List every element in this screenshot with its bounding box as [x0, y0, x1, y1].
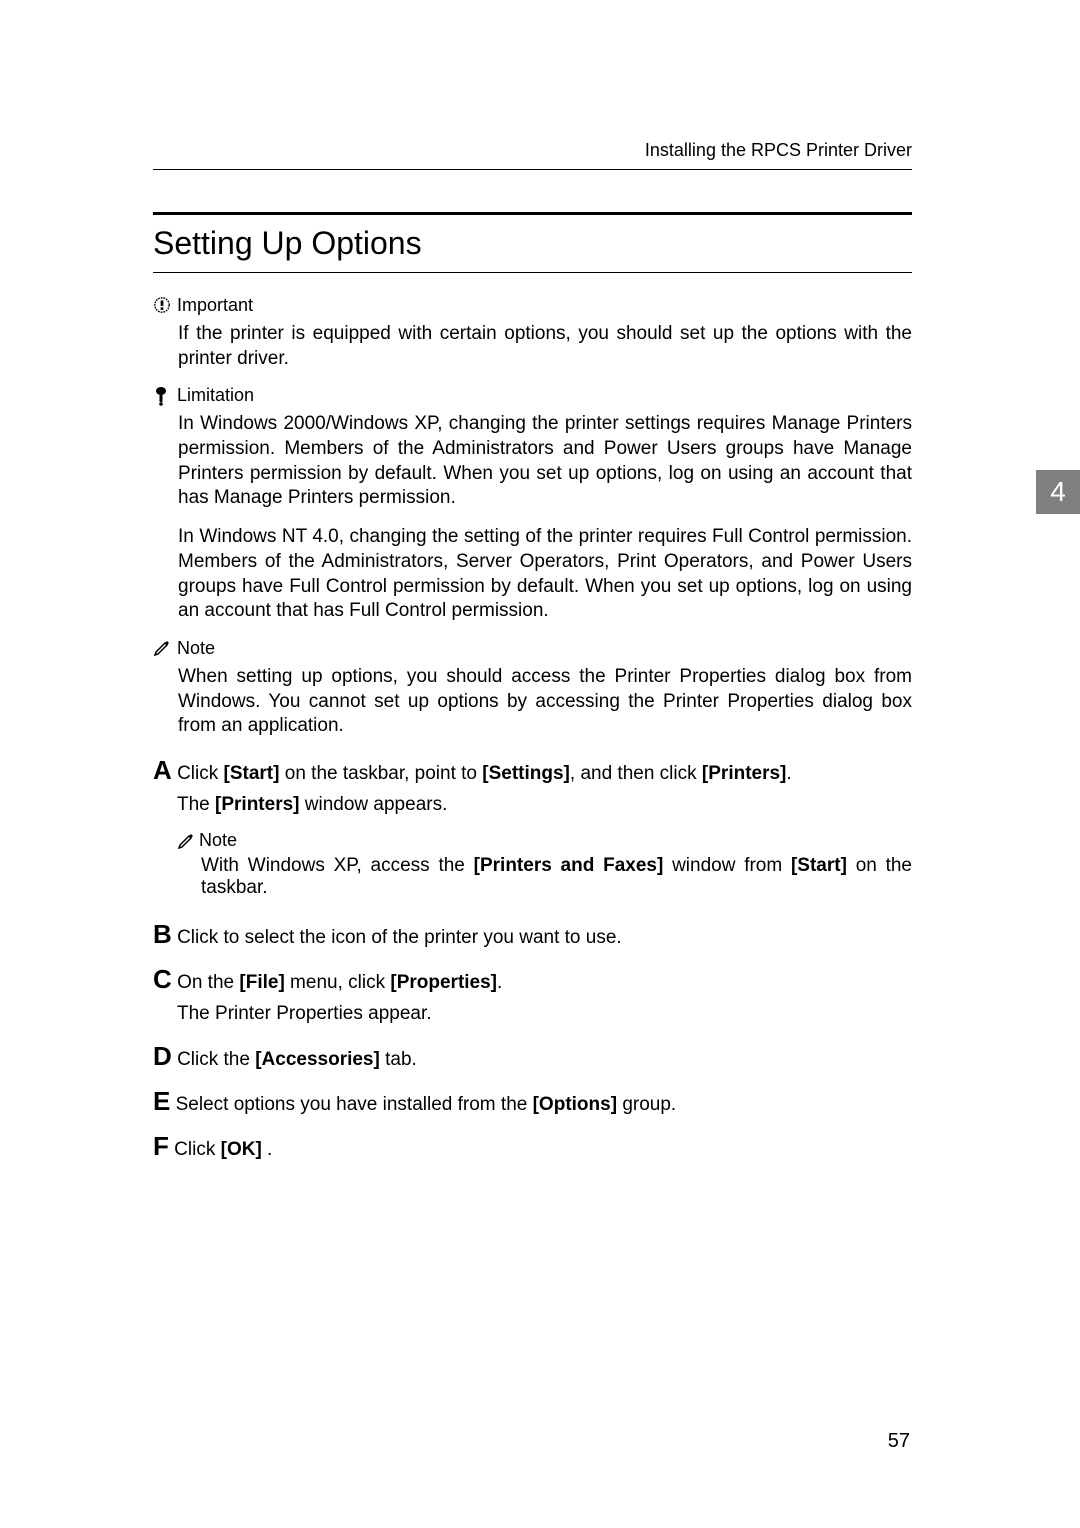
step-e-prefix: Select options you have installed from t… [176, 1094, 533, 1115]
important-label: Important [177, 295, 253, 316]
step-a-mid2: , and then click [570, 763, 702, 784]
step-e: E Select options you have installed from… [153, 1084, 912, 1119]
step-c-mid: menu, click [285, 972, 391, 993]
limitation-item-1: In Windows 2000/Windows XP, changing the… [178, 412, 912, 511]
step-d-line: D Click the [Accessories] tab. [153, 1039, 912, 1074]
step-c-prefix: On the [177, 972, 239, 993]
step-e-letter: E [153, 1084, 170, 1119]
step-a-sub: The [Printers] window appears. [177, 794, 912, 816]
limitation-label: Limitation [177, 385, 254, 406]
important-label-row: Important [153, 295, 912, 316]
step-d: D Click the [Accessories] tab. [153, 1039, 912, 1074]
title-rule-top [153, 212, 912, 215]
step-a-letter: A [153, 753, 172, 788]
step-a-note-label-row: Note [177, 830, 912, 851]
step-c-suffix: . [497, 972, 502, 993]
step-c-b2: [Properties] [390, 972, 497, 993]
step-d-prefix: Click the [177, 1049, 255, 1070]
step-c-b1: [File] [239, 972, 284, 993]
step-a-mid1: on the taskbar, point to [279, 763, 482, 784]
step-c-sub: The Printer Properties appear. [177, 1003, 912, 1025]
step-a-note-b2: [Start] [791, 855, 847, 876]
note-text: When setting up options, you should acce… [178, 665, 912, 739]
header-divider [153, 169, 912, 170]
note-label: Note [177, 638, 215, 659]
step-b-letter: B [153, 917, 172, 952]
step-e-b1: [Options] [533, 1094, 617, 1115]
step-b-text: Click to select the icon of the printer … [177, 927, 622, 948]
step-c-letter: C [153, 962, 172, 997]
step-f-prefix: Click [174, 1139, 220, 1160]
step-a-b3: [Printers] [702, 763, 786, 784]
step-a-note-text: With Windows XP, access the [Printers an… [201, 855, 912, 899]
step-f-line: F Click [OK] . [153, 1129, 912, 1164]
step-e-line: E Select options you have installed from… [153, 1084, 912, 1119]
note-label-row: Note [153, 638, 912, 659]
step-d-suffix: tab. [380, 1049, 417, 1070]
limitation-label-row: Limitation [153, 385, 912, 406]
important-icon [153, 296, 173, 316]
note-icon [177, 831, 197, 851]
step-f-b1: [OK] [221, 1139, 262, 1160]
step-a-b2: [Settings] [482, 763, 570, 784]
page-content: Installing the RPCS Printer Driver Setti… [0, 0, 1080, 1235]
step-d-b1: [Accessories] [255, 1049, 380, 1070]
step-a: A Click [Start] on the taskbar, point to… [153, 753, 912, 899]
section-title: Setting Up Options [153, 225, 912, 262]
step-a-note-mid: window from [663, 855, 791, 876]
step-a-b1: [Start] [224, 763, 280, 784]
title-rule-bottom [153, 272, 912, 273]
page-number: 57 [888, 1430, 910, 1453]
step-f-letter: F [153, 1129, 169, 1164]
step-f: F Click [OK] . [153, 1129, 912, 1164]
header-breadcrumb: Installing the RPCS Printer Driver [153, 140, 912, 161]
step-b-line: B Click to select the icon of the printe… [153, 917, 912, 952]
step-a-sub-bold: [Printers] [215, 794, 299, 815]
step-a-note-b1: [Printers and Faxes] [474, 855, 664, 876]
step-d-letter: D [153, 1039, 172, 1074]
step-a-prefix: Click [177, 763, 223, 784]
step-a-sub-prefix: The [177, 794, 215, 815]
step-c: C On the [File] menu, click [Properties]… [153, 962, 912, 1025]
step-e-suffix: group. [617, 1094, 676, 1115]
important-text: If the printer is equipped with certain … [178, 322, 912, 371]
step-f-suffix: . [262, 1139, 273, 1160]
step-c-line: C On the [File] menu, click [Properties]… [153, 962, 912, 997]
step-a-note-prefix: With Windows XP, access the [201, 855, 474, 876]
note-icon [153, 638, 173, 658]
step-a-line: A Click [Start] on the taskbar, point to… [153, 753, 912, 788]
step-a-suffix: . [786, 763, 791, 784]
step-b: B Click to select the icon of the printe… [153, 917, 912, 952]
step-a-note-label: Note [199, 830, 237, 851]
step-a-sub-suffix: window appears. [300, 794, 448, 815]
limitation-item-2: In Windows NT 4.0, changing the setting … [178, 525, 912, 624]
limitation-icon [153, 386, 173, 406]
